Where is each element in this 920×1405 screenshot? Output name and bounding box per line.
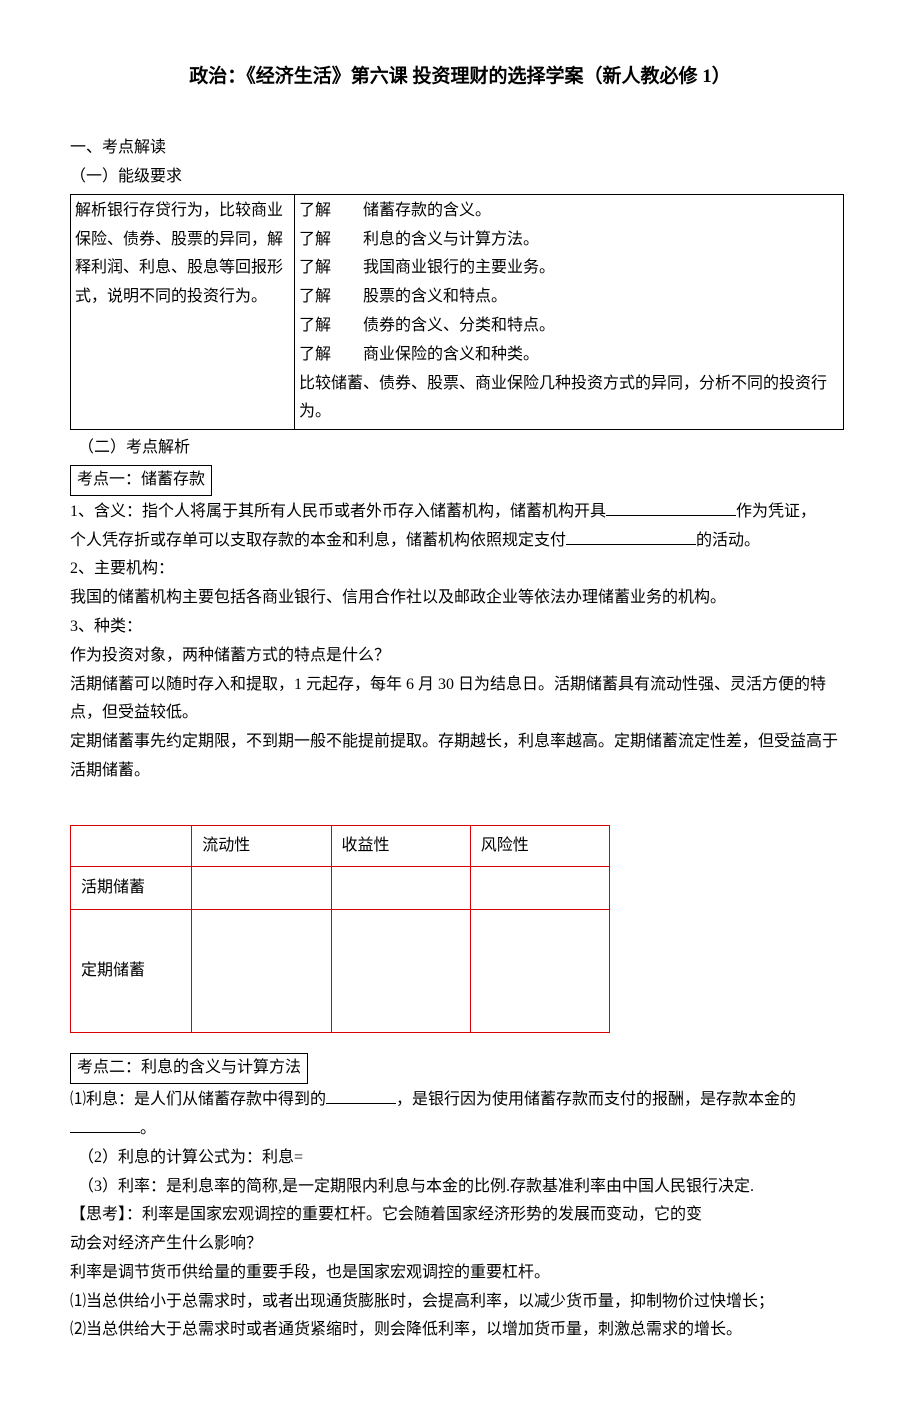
document-title: 政治：《经济生活》第六课 投资理财的选择学案（新人教必修 1）: [70, 60, 850, 94]
table-header-profitability: 收益性: [331, 825, 470, 867]
kp2-interest-def-cont: 。: [70, 1115, 850, 1144]
kp2-interest-def: ⑴利息：是人们从储蓄存款中得到的，是银行因为使用储蓄存款而支付的报酬，是存款本金…: [70, 1086, 850, 1115]
kp2-think-line2: 动会对经济产生什么影响？: [70, 1230, 850, 1259]
table-header-blank: [71, 825, 192, 867]
kp2-answer-1: ⑴当总供给小于总需求时，或者出现通货膨胀时，会提高利率，以减少货币量，抑制物价过…: [70, 1288, 850, 1317]
table-cell[interactable]: [331, 910, 470, 1033]
requirements-table: 解析银行存贷行为，比较商业保险、债券、股票的异同，解释利润、利息、股息等回报形式…: [70, 194, 844, 430]
table-header-liquidity: 流动性: [192, 825, 331, 867]
kp2-rate-def: （3）利率：是利息率的简称,是一定期限内利息与本金的比例.存款基准利率由中国人民…: [70, 1173, 850, 1202]
kp1-types-label: 3、种类：: [70, 613, 850, 642]
fill-blank[interactable]: [326, 1087, 396, 1104]
kp2-think-line1: 【思考】：利率是国家宏观调控的重要杠杆。它会随着国家经济形势的发展而变动，它的变: [70, 1201, 850, 1230]
keypoint-1-box: 考点一：储蓄存款: [70, 465, 212, 496]
req-line: 了解 商业保险的含义和种类。: [299, 341, 839, 370]
requirements-left-cell: 解析银行存贷行为，比较商业保险、债券、股票的异同，解释利润、利息、股息等回报形式…: [71, 194, 295, 429]
fill-blank[interactable]: [606, 499, 736, 516]
table-cell[interactable]: [192, 867, 331, 910]
req-line: 比较储蓄、债券、股票、商业保险几种投资方式的异同，分析不同的投资行为。: [299, 370, 839, 428]
table-row-label: 活期储蓄: [71, 867, 192, 910]
table-cell[interactable]: [331, 867, 470, 910]
table-header-risk: 风险性: [470, 825, 609, 867]
req-line: 了解 利息的含义与计算方法。: [299, 226, 839, 255]
fill-blank[interactable]: [566, 528, 696, 545]
kp2-answer-intro: 利率是调节货币供给量的重要手段，也是国家宏观调控的重要杠杆。: [70, 1259, 850, 1288]
kp1-time-deposit: 定期储蓄事先约定期限，不到期一般不能提前提取。存期越长，利息率越高。定期储蓄流定…: [70, 728, 850, 786]
kp1-types-question: 作为投资对象，两种储蓄方式的特点是什么？: [70, 642, 850, 671]
requirements-right-cell: 了解 储蓄存款的含义。 了解 利息的含义与计算方法。 了解 我国商业银行的主要业…: [295, 194, 844, 429]
kp1-institutions-text: 我国的储蓄机构主要包括各商业银行、信用合作社以及邮政企业等依法办理储蓄业务的机构…: [70, 584, 850, 613]
kp1-institutions-label: 2、主要机构：: [70, 555, 850, 584]
fill-blank[interactable]: [70, 1116, 140, 1133]
comparison-table: 流动性 收益性 风险性 活期储蓄 定期储蓄: [70, 825, 610, 1034]
req-line: 了解 债券的含义、分类和特点。: [299, 312, 839, 341]
section-1-2-heading: （二）考点解析: [70, 434, 850, 463]
table-cell[interactable]: [470, 910, 609, 1033]
req-line: 了解 股票的含义和特点。: [299, 283, 839, 312]
table-row-label: 定期储蓄: [71, 910, 192, 1033]
kp2-formula: （2）利息的计算公式为：利息=: [70, 1144, 850, 1173]
table-cell[interactable]: [192, 910, 331, 1033]
section-1-heading: 一、考点解读: [70, 134, 850, 163]
kp2-answer-2: ⑵当总供给大于总需求时或者通货紧缩时，则会降低利率，以增加货币量，刺激总需求的增…: [70, 1316, 850, 1345]
table-cell[interactable]: [470, 867, 609, 910]
kp1-definition-cont: 个人凭存折或存单可以支取存款的本金和利息，储蓄机构依照规定支付的活动。: [70, 527, 850, 556]
section-1-1-heading: （一）能级要求: [70, 163, 850, 192]
kp1-definition: 1、含义：指个人将属于其所有人民币或者外币存入储蓄机构，储蓄机构开具作为凭证，: [70, 498, 850, 527]
keypoint-2-box: 考点二：利息的含义与计算方法: [70, 1053, 308, 1084]
kp1-demand-deposit: 活期储蓄可以随时存入和提取，1 元起存，每年 6 月 30 日为结息日。活期储蓄…: [70, 671, 850, 729]
req-line: 了解 我国商业银行的主要业务。: [299, 254, 839, 283]
req-line: 了解 储蓄存款的含义。: [299, 197, 839, 226]
